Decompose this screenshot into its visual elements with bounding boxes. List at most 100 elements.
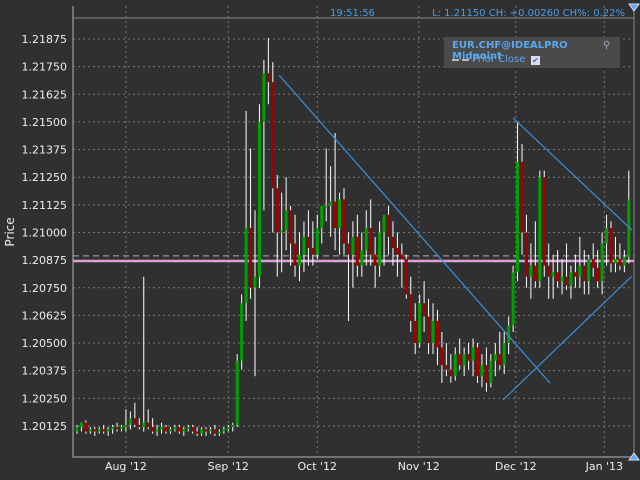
candle	[387, 205, 390, 255]
candle-body	[462, 354, 466, 366]
candle-body	[467, 354, 471, 361]
y-tick-label: 1.21000	[22, 226, 68, 239]
candle	[413, 303, 417, 355]
candle-body	[97, 429, 101, 432]
candle-body	[342, 199, 346, 244]
candle	[324, 148, 328, 222]
candle-body	[315, 228, 319, 255]
candle-body	[338, 199, 342, 229]
candle	[373, 236, 377, 288]
x-tick-label: Oct '12	[298, 460, 338, 473]
candle	[364, 210, 368, 266]
candle-body	[235, 360, 239, 425]
candle	[502, 331, 506, 374]
candle	[271, 62, 275, 233]
candle-body	[489, 360, 493, 383]
candle-body	[346, 243, 350, 255]
candle-body	[226, 427, 230, 430]
candle	[106, 427, 110, 436]
candle-body	[320, 205, 324, 229]
candle	[142, 276, 146, 432]
candle	[182, 427, 186, 436]
clock-time: 19:51:56	[330, 8, 375, 19]
candle	[231, 422, 235, 432]
candle	[560, 259, 564, 295]
candle	[613, 236, 617, 273]
prior-close-checkbox[interactable]: ✔	[531, 56, 540, 65]
candle	[467, 343, 471, 370]
candle-body	[128, 418, 132, 425]
candle-body	[573, 272, 577, 277]
candle	[120, 424, 123, 432]
candle	[480, 354, 484, 388]
candle	[511, 265, 515, 332]
candle	[542, 170, 546, 277]
candle	[88, 427, 92, 434]
candle-body	[311, 247, 315, 255]
prior-close-swatch	[452, 59, 470, 61]
candle-body	[480, 365, 484, 377]
candle	[222, 427, 226, 434]
candle-body	[289, 210, 293, 244]
candle-body	[75, 427, 79, 432]
candle-body	[142, 422, 146, 428]
candle-body	[427, 316, 431, 344]
candle	[578, 236, 582, 288]
candle-body	[400, 254, 404, 260]
magnifier-icon[interactable]: ⚲	[603, 41, 613, 51]
candle-body	[600, 243, 604, 282]
candle	[257, 104, 261, 288]
quote-summary: L: 1.21150 CH: +0.00260 CH%: 0.22%	[432, 8, 625, 19]
candle-body	[373, 254, 377, 266]
candle	[538, 170, 542, 288]
x-tick-label: Nov '12	[398, 460, 440, 473]
candle-body	[565, 276, 568, 286]
candle	[569, 265, 573, 299]
candle	[395, 232, 399, 277]
candle-body	[382, 214, 386, 233]
candle-body	[605, 228, 609, 244]
y-tick-label: 1.21750	[22, 61, 68, 74]
y-tick-label: 1.20750	[22, 282, 68, 295]
trendline	[502, 275, 633, 401]
candle	[124, 409, 128, 432]
candle-body	[298, 254, 301, 266]
candle-body	[560, 276, 564, 282]
candle	[284, 177, 288, 251]
candle	[155, 424, 159, 436]
candle-body	[293, 243, 297, 266]
candle-body	[120, 427, 123, 430]
x-tick-label: Dec '12	[495, 460, 537, 473]
candle	[369, 199, 373, 266]
candle-body	[200, 429, 204, 434]
candle-body	[533, 265, 537, 282]
legend-prior-close: Prior Close	[472, 54, 526, 65]
candle	[618, 243, 622, 271]
candle-body	[440, 347, 444, 366]
candle	[298, 232, 301, 282]
candle-body	[257, 121, 261, 277]
candle	[489, 354, 493, 388]
candle-body	[244, 228, 248, 304]
candle-body	[102, 429, 106, 432]
candle	[244, 110, 248, 321]
candle-body	[404, 259, 408, 295]
candle	[315, 214, 319, 260]
candle	[622, 250, 626, 273]
candle-body	[151, 427, 155, 432]
candle	[137, 418, 141, 430]
candle-body	[182, 429, 186, 432]
candle-body	[266, 73, 270, 83]
candle	[128, 411, 132, 430]
candle	[587, 254, 591, 295]
scroll-top-marker[interactable]	[628, 3, 640, 12]
price-chart[interactable]: 1.20125 1.20250 1.20375 1.20500 1.20625 1.207…	[0, 0, 640, 480]
candle-body	[444, 365, 448, 370]
candle	[453, 347, 457, 381]
candle	[476, 343, 479, 383]
candle	[338, 192, 342, 255]
candle-body	[613, 259, 617, 264]
candle-body	[271, 82, 275, 189]
candle	[351, 221, 355, 288]
candle-body	[111, 427, 115, 430]
